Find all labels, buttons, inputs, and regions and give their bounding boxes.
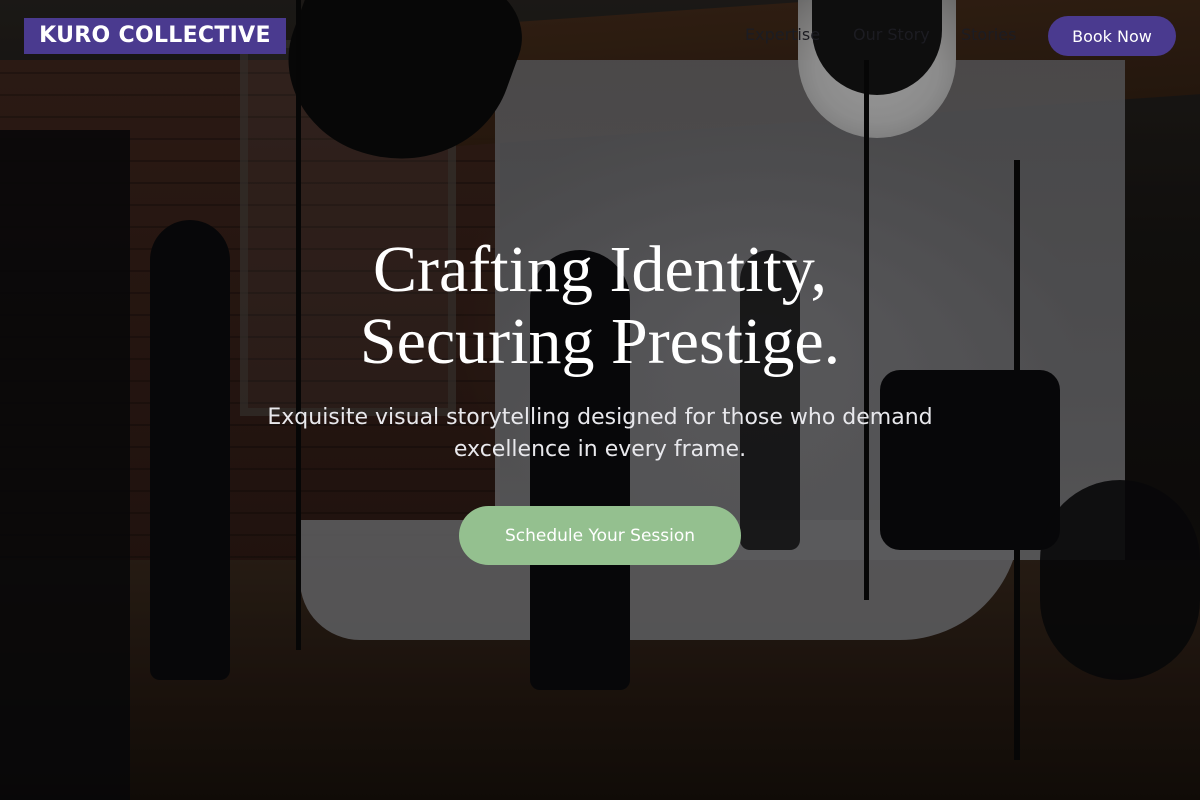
schedule-session-button[interactable]: Schedule Your Session [459, 506, 741, 565]
headline-line-1: Crafting Identity, [373, 233, 827, 306]
headline-line-2: Securing Prestige. [359, 305, 841, 378]
hero-section: KURO COLLECTIVE Expertise Our Story Stor… [0, 0, 1200, 800]
nav-link-expertise[interactable]: Expertise [745, 24, 820, 46]
nav-link-stories[interactable]: Stories [961, 24, 1016, 46]
hero-headline: Crafting Identity, Securing Prestige. [200, 234, 1000, 378]
nav-link-our-story[interactable]: Our Story [853, 24, 930, 46]
dark-overlay [0, 0, 1200, 800]
book-now-button[interactable]: Book Now [1048, 16, 1176, 56]
brand-logo[interactable]: KURO COLLECTIVE [24, 18, 286, 54]
hero-subheadline: Exquisite visual storytelling designed f… [267, 405, 933, 462]
